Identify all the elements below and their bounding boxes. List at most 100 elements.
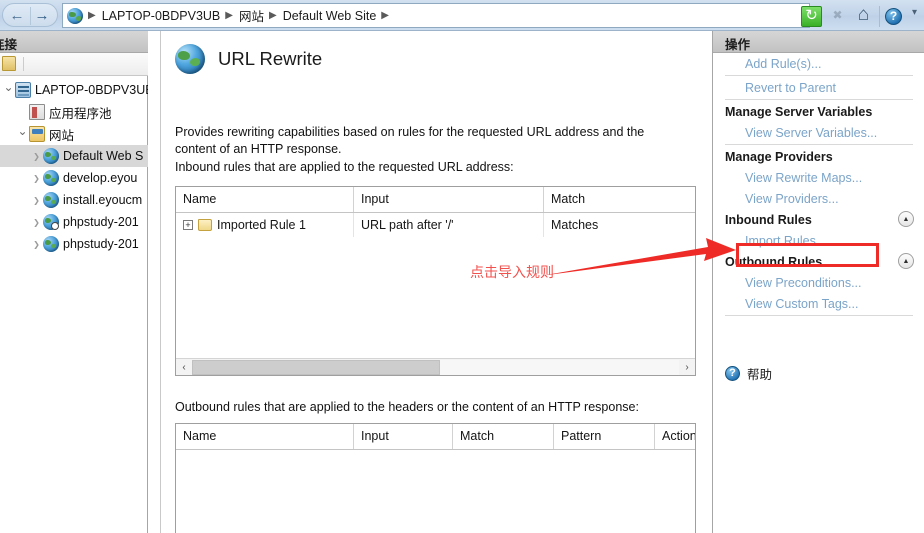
tree-expand-open-icon[interactable] bbox=[2, 83, 15, 97]
actions-divider bbox=[725, 315, 913, 316]
tree-item-1[interactable]: 应用程序池 bbox=[0, 101, 148, 123]
tree-item-5[interactable]: install.eyoucm bbox=[0, 189, 148, 211]
help-action[interactable]: 帮助 bbox=[713, 362, 924, 384]
outbound-rules-grid[interactable]: NameInputMatchPatternAction Ty bbox=[175, 423, 696, 533]
inbound-column-header[interactable]: Match bbox=[544, 187, 695, 212]
row-expander-icon[interactable]: + bbox=[183, 220, 193, 230]
inbound-column-header[interactable]: Input bbox=[354, 187, 544, 212]
inbound-row-match: Matches bbox=[551, 218, 599, 232]
action-label: Outbound Rules bbox=[725, 254, 823, 269]
folder-icon bbox=[29, 126, 45, 142]
outbound-column-header[interactable]: Action Ty bbox=[655, 424, 695, 449]
home-icon[interactable] bbox=[853, 4, 874, 27]
actions-title: 操作 bbox=[725, 38, 751, 52]
action-label: Revert to Parent bbox=[745, 80, 837, 95]
site-icon bbox=[43, 192, 59, 208]
scrollbar-thumb[interactable] bbox=[192, 359, 441, 375]
action-label: View Server Variables... bbox=[745, 125, 878, 140]
connections-toolbar-icon[interactable] bbox=[2, 56, 16, 71]
tree-item-6[interactable]: phpstudy-201 bbox=[0, 211, 148, 233]
action-label: View Providers... bbox=[745, 191, 839, 206]
action-view-rewrite-maps[interactable]: View Rewrite Maps... bbox=[713, 167, 924, 188]
tree-item-label: develop.eyou bbox=[63, 171, 138, 185]
inbound-rules-grid[interactable]: Name Input Match + Imported Rule 1 URL path … bbox=[175, 186, 696, 376]
action-label: View Preconditions... bbox=[745, 275, 862, 290]
action-import-rules[interactable]: Import Rules... bbox=[713, 230, 924, 251]
tree-expand-closed-icon[interactable] bbox=[30, 217, 43, 227]
back-arrow-icon[interactable]: ← bbox=[5, 8, 29, 24]
site-icon bbox=[43, 236, 59, 252]
action-view-providers[interactable]: View Providers... bbox=[713, 188, 924, 209]
action-label: View Custom Tags... bbox=[745, 296, 859, 311]
inbound-grid-header: Name Input Match bbox=[176, 187, 695, 213]
table-row[interactable]: + Imported Rule 1 URL path after '/' Matche… bbox=[176, 213, 695, 237]
actions-divider bbox=[725, 99, 913, 100]
dropdown-caret-icon[interactable] bbox=[909, 6, 920, 27]
action-view-server-variables[interactable]: View Server Variables... bbox=[713, 122, 924, 143]
tree-item-label: 网站 bbox=[49, 128, 75, 143]
chevron-up-icon[interactable] bbox=[898, 211, 914, 227]
actions-panel-header: 操作 bbox=[713, 31, 924, 53]
inbound-column-header[interactable]: Name bbox=[176, 187, 354, 212]
inbound-horizontal-scrollbar[interactable]: ‹ › bbox=[176, 358, 695, 375]
action-label: Manage Providers bbox=[725, 149, 833, 164]
breadcrumb-sites[interactable]: 网站 bbox=[239, 6, 264, 25]
feature-description-line1: Provides rewriting capabilities based on… bbox=[175, 125, 645, 139]
feature-description-line2: content of an HTTP response. bbox=[175, 142, 342, 156]
navigation-buttons: ← → bbox=[2, 3, 58, 27]
rule-folder-icon bbox=[198, 219, 212, 231]
actions-divider bbox=[725, 75, 913, 76]
tree-expand-open-icon[interactable] bbox=[16, 127, 29, 141]
server-icon bbox=[15, 82, 31, 98]
tree-item-3[interactable]: Default Web S bbox=[0, 145, 148, 167]
action-label: Add Rule(s)... bbox=[745, 56, 822, 71]
refresh-icon[interactable] bbox=[801, 5, 822, 27]
tree-item-label: Default Web S bbox=[63, 149, 144, 163]
url-rewrite-globe-icon bbox=[175, 44, 205, 74]
forward-arrow-icon[interactable]: → bbox=[30, 8, 54, 24]
connections-toolbar bbox=[0, 53, 148, 76]
inbound-row-name[interactable]: + Imported Rule 1 bbox=[176, 213, 354, 237]
help-icon[interactable] bbox=[879, 5, 904, 27]
connections-panel-header: 连接 bbox=[0, 31, 148, 53]
breadcrumb-address-bar[interactable]: ▶ LAPTOP-0BDPV3UB ▶ 网站 ▶ Default Web Sit… bbox=[62, 3, 810, 28]
tree-expand-closed-icon[interactable] bbox=[30, 195, 43, 205]
app-pool-icon bbox=[29, 104, 45, 120]
tree-item-4[interactable]: develop.eyou bbox=[0, 167, 148, 189]
breadcrumb-separator-icon: ▶ bbox=[88, 10, 96, 21]
connections-panel: 连接 LAPTOP-0BDPV3UB 应用程序池网站 Default Web S de… bbox=[0, 31, 148, 533]
scroll-left-arrow-icon[interactable]: ‹ bbox=[176, 360, 192, 375]
inbound-grid-body[interactable]: + Imported Rule 1 URL path after '/' Matche… bbox=[176, 213, 695, 237]
breadcrumb-separator-icon: ▶ bbox=[225, 10, 233, 21]
scrollbar-track[interactable] bbox=[192, 359, 679, 375]
page-title: URL Rewrite bbox=[218, 48, 323, 69]
actions-divider bbox=[725, 144, 913, 145]
scroll-right-arrow-icon[interactable]: › bbox=[679, 360, 695, 375]
action-manage-providers: Manage Providers bbox=[713, 146, 924, 167]
tree-expand-closed-icon[interactable] bbox=[30, 239, 43, 249]
outbound-column-header[interactable]: Pattern bbox=[554, 424, 655, 449]
chevron-up-icon[interactable] bbox=[898, 253, 914, 269]
actions-list: Add Rule(s)... Revert to Parent Manage Ser… bbox=[713, 53, 924, 317]
action-add-rule-s[interactable]: Add Rule(s)... bbox=[713, 53, 924, 74]
outbound-column-header[interactable]: Match bbox=[453, 424, 554, 449]
tree-expand-closed-icon[interactable] bbox=[30, 151, 43, 161]
tree-item-0[interactable]: LAPTOP-0BDPV3UB bbox=[0, 79, 148, 101]
tree-expand-closed-icon[interactable] bbox=[30, 173, 43, 183]
outbound-column-header[interactable]: Name bbox=[176, 424, 354, 449]
tree-item-label: LAPTOP-0BDPV3UB bbox=[35, 83, 148, 97]
action-view-custom-tags[interactable]: View Custom Tags... bbox=[713, 293, 924, 314]
breadcrumb-server[interactable]: LAPTOP-0BDPV3UB bbox=[102, 9, 221, 23]
tree-item-7[interactable]: phpstudy-201 bbox=[0, 233, 148, 255]
tree-item-2[interactable]: 网站 bbox=[0, 123, 148, 145]
action-label: View Rewrite Maps... bbox=[745, 170, 863, 185]
action-view-preconditions[interactable]: View Preconditions... bbox=[713, 272, 924, 293]
toolbar-divider bbox=[23, 57, 24, 71]
action-revert-to-parent[interactable]: Revert to Parent bbox=[713, 77, 924, 98]
tree-item-label: phpstudy-201 bbox=[63, 237, 139, 251]
tree-item-label: phpstudy-201 bbox=[63, 215, 139, 229]
outbound-column-header[interactable]: Input bbox=[354, 424, 453, 449]
feature-view: URL Rewrite Provides rewriting capabilit… bbox=[160, 31, 711, 533]
breadcrumb-site[interactable]: Default Web Site bbox=[283, 9, 377, 23]
feature-description: Provides rewriting capabilities based on… bbox=[175, 124, 695, 158]
